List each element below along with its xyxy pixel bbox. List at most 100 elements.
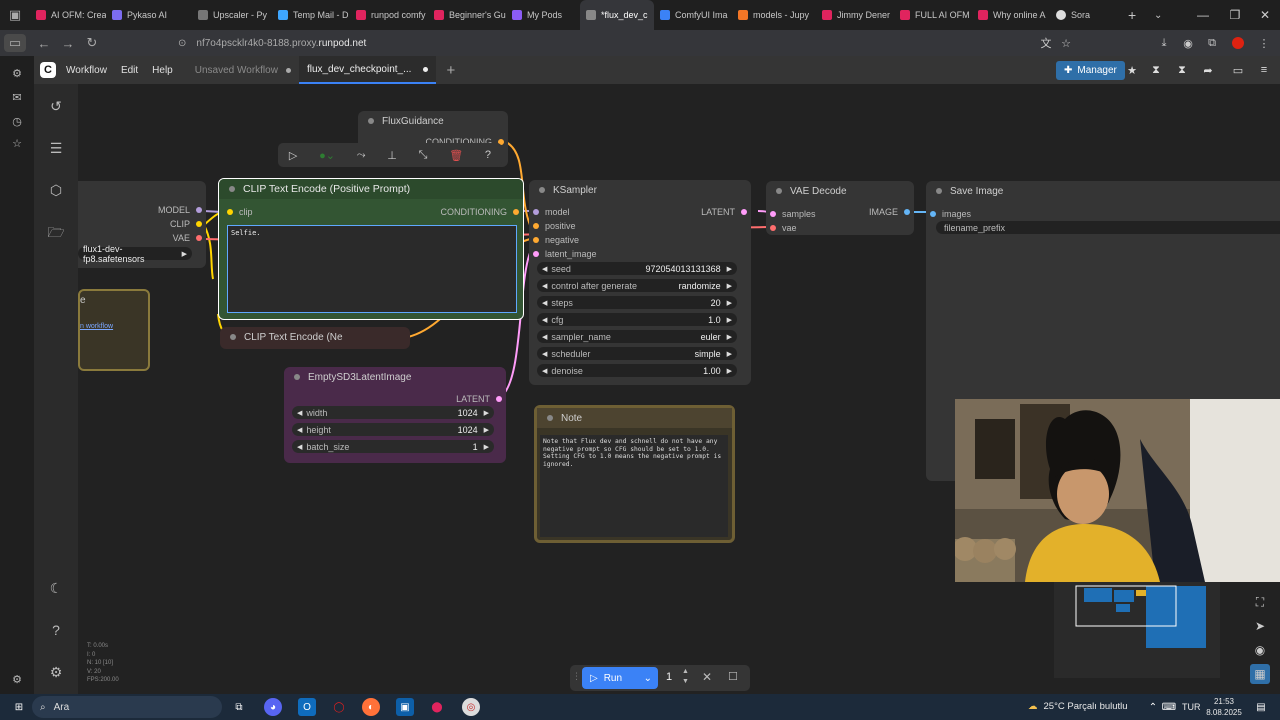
select-mode-icon[interactable]: ➤ — [1250, 616, 1270, 636]
comfy-logo[interactable]: C — [40, 62, 56, 78]
tab-temp-mail[interactable]: Temp Mail - D — [272, 0, 350, 30]
settings-icon[interactable]: ⚙ — [46, 662, 66, 682]
output-vae[interactable]: VAE — [173, 233, 202, 243]
help-icon[interactable]: ? — [46, 620, 66, 640]
model-manager-icon[interactable]: ⧗ — [1148, 62, 1164, 78]
tab-ai-ofm[interactable]: AI OFM: Crea — [30, 0, 106, 30]
opera-icon[interactable] — [1228, 33, 1248, 53]
sidebar-settings-icon[interactable]: ⚙ — [8, 670, 26, 688]
widget-scheduler[interactable]: ◀ scheduler simple ▶ — [537, 347, 737, 360]
chrome-icon[interactable]: ◎ — [462, 698, 480, 716]
extensions-icon[interactable]: ⧉ — [1202, 33, 1222, 53]
ckpt-name-widget[interactable]: flux1-dev-fp8.safetensors ▶ — [78, 244, 192, 264]
queue-square-icon[interactable]: ☐ — [728, 670, 738, 683]
node-library-icon[interactable]: ☰ — [46, 138, 66, 158]
input-model[interactable]: model — [533, 207, 570, 217]
star-icon[interactable]: ★ — [1124, 62, 1140, 78]
bypass-icon[interactable]: ⤳ — [357, 149, 366, 162]
taskbar-search[interactable]: ⌕ Ara — [32, 696, 222, 718]
sidebar-toggle-icon[interactable]: ▭ — [4, 34, 26, 52]
batch-count-input[interactable]: 1 — [666, 671, 672, 683]
window-close-icon[interactable]: ✕ — [1248, 0, 1280, 30]
reload-icon[interactable]: ↻ — [80, 31, 104, 55]
tab-runpod-comfy[interactable]: runpod comfy — [350, 0, 428, 30]
run-button[interactable]: ▷ Run ⌄ — [582, 667, 658, 689]
url-field[interactable]: ⊙ nf7o4pscklr4k0-8188.proxy. runpod.net — [178, 33, 1078, 53]
tab-search-icon[interactable]: ▣ — [0, 3, 30, 27]
opera-taskbar-icon[interactable]: ◯ — [330, 698, 348, 716]
notifications-icon[interactable]: ▤ — [1252, 698, 1270, 716]
theme-moon-icon[interactable]: ☾ — [46, 578, 66, 598]
prompt-textarea[interactable]: Selfie. — [227, 225, 517, 313]
widget-width[interactable]: ◀ width 1024 ▶ — [292, 406, 494, 419]
task-view-icon[interactable]: ⧉ — [230, 698, 248, 716]
info-help-icon[interactable]: ? — [485, 149, 491, 161]
input-vae[interactable]: vae — [770, 223, 797, 233]
bottom-panel-icon[interactable]: ▭ — [1230, 62, 1246, 78]
input-latent-image[interactable]: latent_image — [533, 249, 597, 259]
tab-comfyui-image[interactable]: ComfyUI Ima — [654, 0, 732, 30]
output-latent[interactable]: LATENT — [701, 207, 747, 217]
note-node[interactable]: Note Note that Flux dev and schnell do n… — [534, 405, 735, 543]
filename-prefix-widget[interactable]: filename_prefix — [936, 221, 1280, 234]
widget-denoise[interactable]: ◀ denoise 1.00 ▶ — [537, 364, 737, 377]
output-clip[interactable]: CLIP — [170, 219, 202, 229]
tab-flux-dev[interactable]: *flux_dev_c✕ — [580, 0, 654, 30]
profile-icon[interactable]: ◉ — [1178, 33, 1198, 53]
output-conditioning[interactable]: CONDITIONING — [441, 207, 519, 217]
clip-text-encode-positive-node[interactable]: CLIP Text Encode (Positive Prompt) clip … — [218, 178, 524, 320]
run-options-chevron-icon[interactable]: ⌄ — [644, 673, 652, 684]
favorites-star-icon[interactable]: ☆ — [8, 134, 26, 152]
widget-height[interactable]: ◀ height 1024 ▶ — [292, 423, 494, 436]
clock[interactable]: 21:53 8.08.2025 — [1206, 696, 1242, 718]
input-images[interactable]: images — [930, 209, 971, 219]
model-library-icon[interactable]: ⬡ — [46, 180, 66, 200]
input-negative[interactable]: negative — [533, 235, 579, 245]
new-tab-button[interactable]: + — [1122, 0, 1148, 30]
output-model[interactable]: MODEL — [158, 205, 202, 215]
tab-models-jupyter[interactable]: models - Jupy — [732, 0, 816, 30]
group-node-partial[interactable]: e n workflow — [78, 289, 150, 371]
back-icon[interactable]: ← — [32, 31, 56, 55]
queue-history-icon[interactable]: ↺ — [46, 96, 66, 116]
tab-my-pods[interactable]: My Pods — [506, 0, 580, 30]
tab-beginners-guide[interactable]: Beginner's Gu — [428, 0, 506, 30]
widget-sampler-name[interactable]: ◀ sampler_name euler ▶ — [537, 330, 737, 343]
history-clock-icon[interactable]: ◷ — [8, 112, 26, 130]
vae-decode-node[interactable]: VAE Decode samples vae IMAGE — [766, 181, 914, 235]
load-checkpoint-node[interactable]: t MODEL CLIP VAE flux1-dev-fp8.safetenso… — [78, 181, 206, 268]
menu-workflow[interactable]: Workflow — [66, 65, 107, 76]
translate-icon[interactable]: 文 — [1036, 33, 1056, 53]
custom-nodes-icon[interactable]: ⧗ — [1174, 62, 1190, 78]
tab-jimmy[interactable]: Jimmy Dener — [816, 0, 894, 30]
workflow-tab-flux-dev[interactable]: flux_dev_checkpoint_... — [298, 56, 437, 84]
language-indicator[interactable]: TUR — [1182, 702, 1201, 712]
widget-control-after-generate[interactable]: ◀ control after generate randomize ▶ — [537, 279, 737, 292]
maps-pin-icon[interactable]: ⬤ — [428, 698, 446, 716]
input-clip[interactable]: clip — [227, 207, 253, 217]
menu-edit[interactable]: Edit — [121, 65, 138, 76]
widget-cfg[interactable]: ◀ cfg 1.0 ▶ — [537, 313, 737, 326]
manager-button[interactable]: ✚ Manager — [1056, 61, 1125, 80]
batch-stepper-icon[interactable]: ▲ ▼ — [682, 667, 689, 687]
clip-text-encode-negative-node[interactable]: CLIP Text Encode (Ne — [220, 327, 410, 349]
drag-handle-icon[interactable]: ⋮ — [572, 671, 581, 682]
tab-upscaler[interactable]: Upscaler - Py — [192, 0, 272, 30]
play-icon[interactable]: ▷ — [289, 149, 297, 162]
bookmark-star-icon[interactable]: ☆ — [1056, 33, 1076, 53]
workflows-folder-icon[interactable]: 🗁 — [46, 224, 66, 244]
restore-icon[interactable]: ❐ — [1218, 0, 1252, 30]
share-icon[interactable]: ➦ — [1200, 62, 1216, 78]
widget-seed[interactable]: ◀ seed 972054013131368 ▶ — [537, 262, 737, 275]
app-window-icon[interactable]: ▣ — [396, 698, 414, 716]
widget-batch-size[interactable]: ◀ batch_size 1 ▶ — [292, 440, 494, 453]
empty-sd3-latent-node[interactable]: EmptySD3LatentImage LATENT ◀ width 1024 ▶ ◀… — [284, 367, 506, 463]
output-latent[interactable]: LATENT — [456, 394, 502, 404]
delete-trash-icon[interactable]: 🗑 — [449, 149, 463, 162]
hamburger-menu-icon[interactable]: ≡ — [1256, 62, 1272, 78]
browser-menu-icon[interactable]: ⋮ — [1254, 33, 1274, 53]
outlook-icon[interactable]: O — [298, 698, 316, 716]
add-workflow-tab-button[interactable]: + — [446, 62, 455, 79]
weather-widget[interactable]: ☁ 25°C Parçalı bulutlu — [1028, 701, 1128, 712]
input-samples[interactable]: samples — [770, 209, 816, 219]
